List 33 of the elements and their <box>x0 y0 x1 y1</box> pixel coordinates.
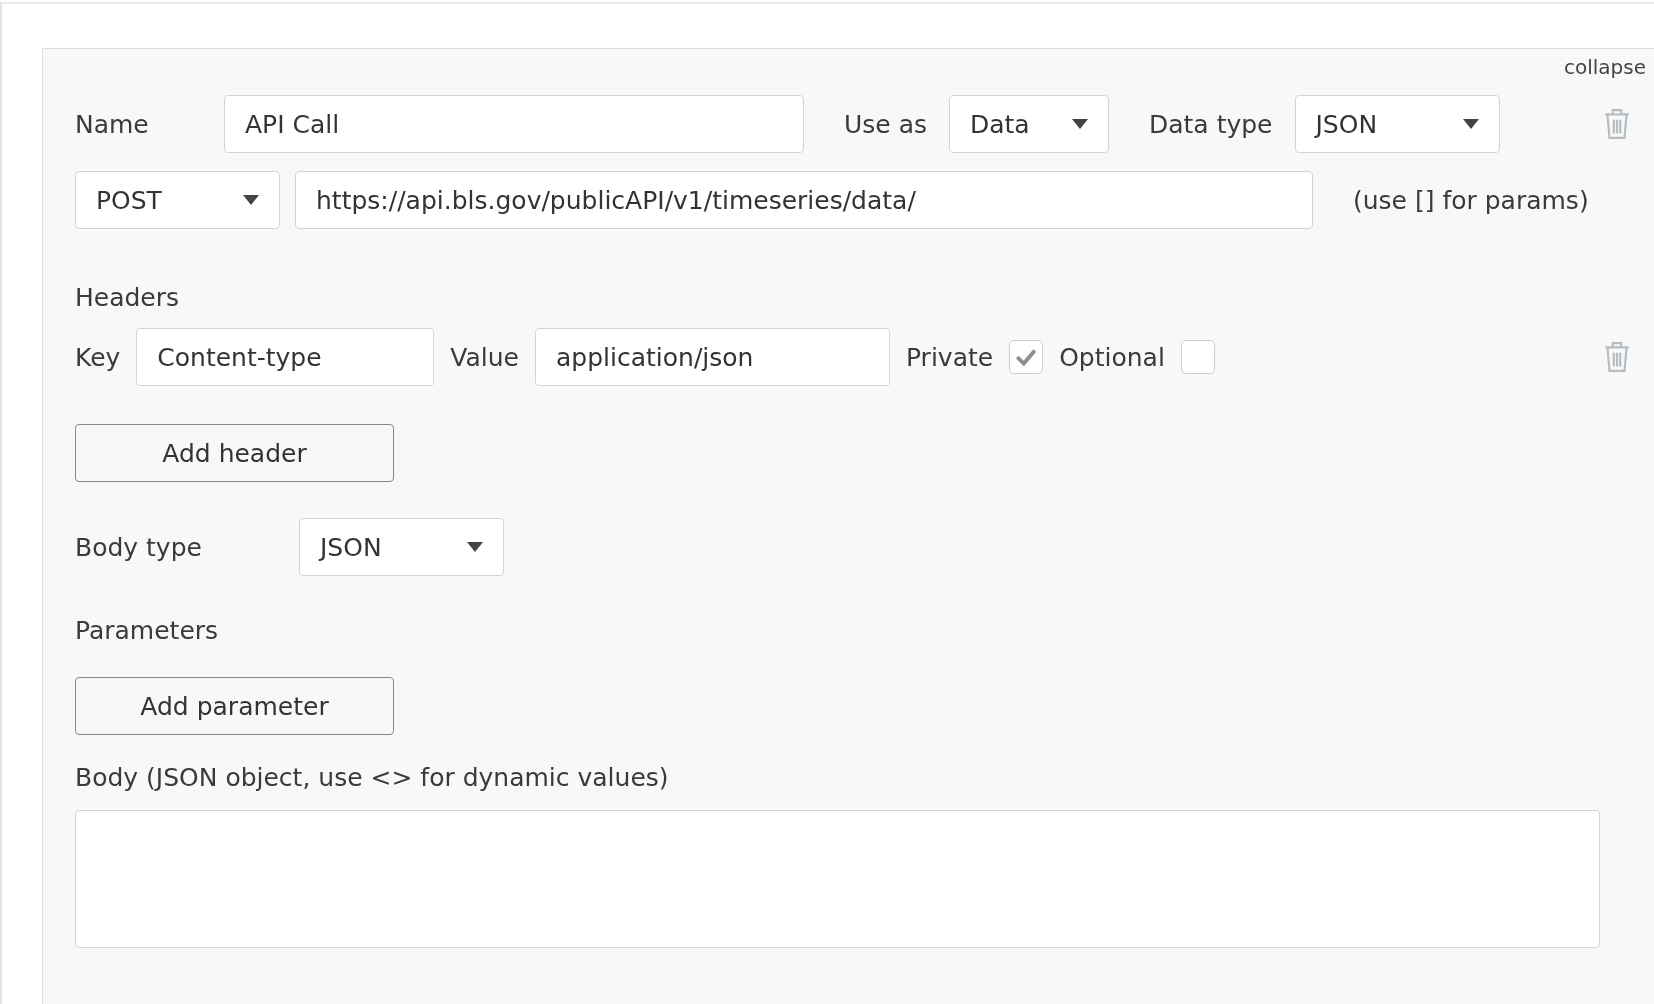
private-label: Private <box>906 342 994 372</box>
use-as-dropdown[interactable]: Data <box>949 95 1109 153</box>
parameters-title: Parameters <box>75 616 220 645</box>
checkmark-icon <box>1015 348 1038 366</box>
caret-icon <box>1072 119 1088 129</box>
params-hint: (use [] for params) <box>1353 185 1589 215</box>
delete-icon[interactable] <box>1604 108 1630 140</box>
url-field[interactable]: https://api.bls.gov/publicAPI/v1/timeseries/data/ <box>295 171 1313 229</box>
key-label: Key <box>75 342 121 372</box>
caret-icon <box>243 195 259 205</box>
data-type-label: Data type <box>1149 109 1273 139</box>
optional-label: Optional <box>1059 342 1165 372</box>
body-label: Body (JSON object, use <> for dynamic values) <box>75 763 670 792</box>
caret-icon <box>467 542 483 552</box>
name-label: Name <box>75 109 150 139</box>
body-type-label: Body type <box>75 532 203 562</box>
optional-checkbox[interactable] <box>1180 340 1215 374</box>
value-label: Value <box>450 342 519 372</box>
add-header-button[interactable]: Add header <box>75 424 394 482</box>
name-field[interactable]: API Call <box>224 95 804 153</box>
collapse-link[interactable]: collapse <box>1563 55 1646 79</box>
value-field[interactable]: application/json <box>535 328 890 386</box>
body-field[interactable] <box>75 810 1600 948</box>
body-type-dropdown[interactable]: JSON <box>299 518 504 576</box>
data-type-dropdown[interactable]: JSON <box>1294 95 1500 153</box>
use-as-label: Use as <box>844 109 927 139</box>
key-field[interactable]: Content-type <box>136 328 435 386</box>
caret-icon <box>1462 119 1479 129</box>
add-parameter-button[interactable]: Add parameter <box>75 677 394 735</box>
private-checkbox[interactable] <box>1009 340 1044 374</box>
delete-icon[interactable] <box>1604 341 1630 373</box>
headers-title: Headers <box>75 283 181 312</box>
method-dropdown[interactable]: POST <box>75 171 280 229</box>
